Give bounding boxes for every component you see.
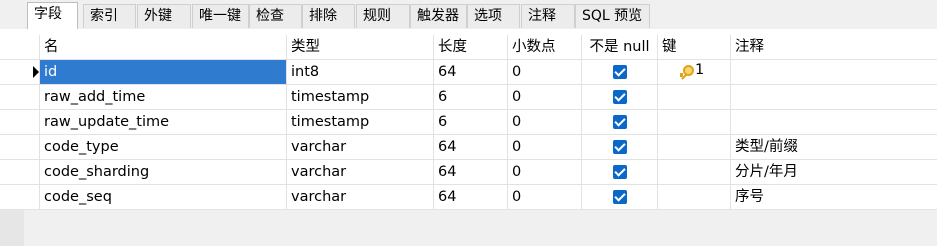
table-row[interactable]: code_sharding varchar 64 0 分片/年月	[0, 160, 937, 185]
field-not-null-cell[interactable]	[582, 185, 658, 209]
field-key-cell[interactable]	[658, 185, 731, 209]
field-key-cell[interactable]	[658, 110, 731, 134]
field-not-null-cell[interactable]	[582, 85, 658, 109]
field-name-cell[interactable]: id	[40, 60, 287, 84]
field-comment-cell[interactable]	[731, 85, 937, 109]
row-indicator	[0, 60, 40, 84]
grid-header: 名 类型 长度 小数点 不是 null 键 注释	[0, 35, 937, 60]
checkbox-checked-icon[interactable]	[612, 90, 627, 104]
field-decimals-cell[interactable]: 0	[508, 160, 582, 184]
field-type-cell[interactable]: varchar	[287, 185, 434, 209]
tab-unique-keys[interactable]: 唯一键	[192, 4, 249, 28]
field-name-cell[interactable]: code_sharding	[40, 160, 287, 184]
column-header-decimals[interactable]: 小数点	[508, 35, 582, 59]
table-row[interactable]: raw_update_time timestamp 6 0	[0, 110, 937, 135]
field-not-null-cell[interactable]	[582, 135, 658, 159]
tab-triggers[interactable]: 触发器	[410, 4, 467, 28]
tab-checks[interactable]: 检查	[249, 4, 302, 28]
field-name-cell[interactable]: raw_update_time	[40, 110, 287, 134]
field-type-cell[interactable]: varchar	[287, 160, 434, 184]
field-length-cell[interactable]: 6	[434, 110, 508, 134]
field-decimals-cell[interactable]: 0	[508, 185, 582, 209]
row-indicator	[0, 85, 40, 109]
checkbox-checked-icon[interactable]	[612, 115, 627, 129]
tab-rules[interactable]: 规则	[356, 4, 410, 28]
field-comment-cell[interactable]: 类型/前缀	[731, 135, 937, 159]
field-name-cell[interactable]: code_seq	[40, 185, 287, 209]
field-comment-cell[interactable]	[731, 60, 937, 84]
field-type-cell[interactable]: int8	[287, 60, 434, 84]
key-icon	[678, 65, 694, 80]
fields-grid: 名 类型 长度 小数点 不是 null 键 注释 id int8 64 0 1 …	[0, 29, 937, 210]
field-comment-cell[interactable]: 序号	[731, 185, 937, 209]
field-decimals-cell[interactable]: 0	[508, 135, 582, 159]
table-row[interactable]: code_seq varchar 64 0 序号	[0, 185, 937, 210]
field-length-cell[interactable]: 6	[434, 85, 508, 109]
row-indicator	[0, 110, 40, 134]
field-not-null-cell[interactable]	[582, 160, 658, 184]
field-key-cell[interactable]: 1	[658, 60, 731, 84]
field-type-cell[interactable]: varchar	[287, 135, 434, 159]
field-decimals-cell[interactable]: 0	[508, 60, 582, 84]
column-header-name[interactable]: 名	[40, 35, 287, 59]
field-decimals-cell[interactable]: 0	[508, 85, 582, 109]
column-header-key[interactable]: 键	[658, 35, 731, 59]
field-decimals-cell[interactable]: 0	[508, 110, 582, 134]
tab-sql-preview[interactable]: SQL 预览	[575, 4, 650, 28]
checkbox-checked-icon[interactable]	[612, 190, 627, 204]
table-row[interactable]: id int8 64 0 1	[0, 60, 937, 85]
tab-comments[interactable]: 注释	[521, 4, 575, 28]
field-key-cell[interactable]	[658, 160, 731, 184]
field-length-cell[interactable]: 64	[434, 160, 508, 184]
tab-excludes[interactable]: 排除	[302, 4, 355, 28]
row-indicator	[0, 185, 40, 209]
tab-foreign-keys[interactable]: 外键	[137, 4, 191, 28]
column-header-not-null[interactable]: 不是 null	[582, 35, 658, 59]
field-key-cell[interactable]	[658, 135, 731, 159]
column-header-comment[interactable]: 注释	[731, 35, 937, 59]
field-comment-cell[interactable]: 分片/年月	[731, 160, 937, 184]
field-length-cell[interactable]: 64	[434, 60, 508, 84]
field-type-cell[interactable]: timestamp	[287, 85, 434, 109]
field-name-cell[interactable]: raw_add_time	[40, 85, 287, 109]
field-comment-cell[interactable]	[731, 110, 937, 134]
table-row[interactable]: raw_add_time timestamp 6 0	[0, 85, 937, 110]
field-length-cell[interactable]: 64	[434, 135, 508, 159]
left-edge-panel	[0, 210, 24, 246]
tab-fields[interactable]: 字段	[27, 2, 78, 29]
field-type-cell[interactable]: timestamp	[287, 110, 434, 134]
tab-bar: 字段 索引 外键 唯一键 检查 排除 规则 触发器 选项 注释 SQL 预览	[0, 0, 937, 29]
checkbox-checked-icon[interactable]	[612, 165, 627, 179]
field-not-null-cell[interactable]	[582, 110, 658, 134]
column-header-length[interactable]: 长度	[434, 35, 508, 59]
key-order: 1	[695, 62, 705, 78]
field-name-cell[interactable]: code_type	[40, 135, 287, 159]
field-key-cell[interactable]	[658, 85, 731, 109]
row-indicator	[0, 160, 40, 184]
table-row[interactable]: code_type varchar 64 0 类型/前缀	[0, 135, 937, 160]
row-indicator	[0, 135, 40, 159]
row-pointer-icon	[33, 66, 39, 78]
field-not-null-cell[interactable]	[582, 60, 658, 84]
header-indicator	[0, 35, 40, 59]
tab-options[interactable]: 选项	[467, 4, 520, 28]
field-length-cell[interactable]: 64	[434, 185, 508, 209]
column-header-type[interactable]: 类型	[287, 35, 434, 59]
checkbox-checked-icon[interactable]	[612, 140, 627, 154]
tab-indexes[interactable]: 索引	[83, 4, 136, 28]
checkbox-checked-icon[interactable]	[612, 65, 627, 79]
